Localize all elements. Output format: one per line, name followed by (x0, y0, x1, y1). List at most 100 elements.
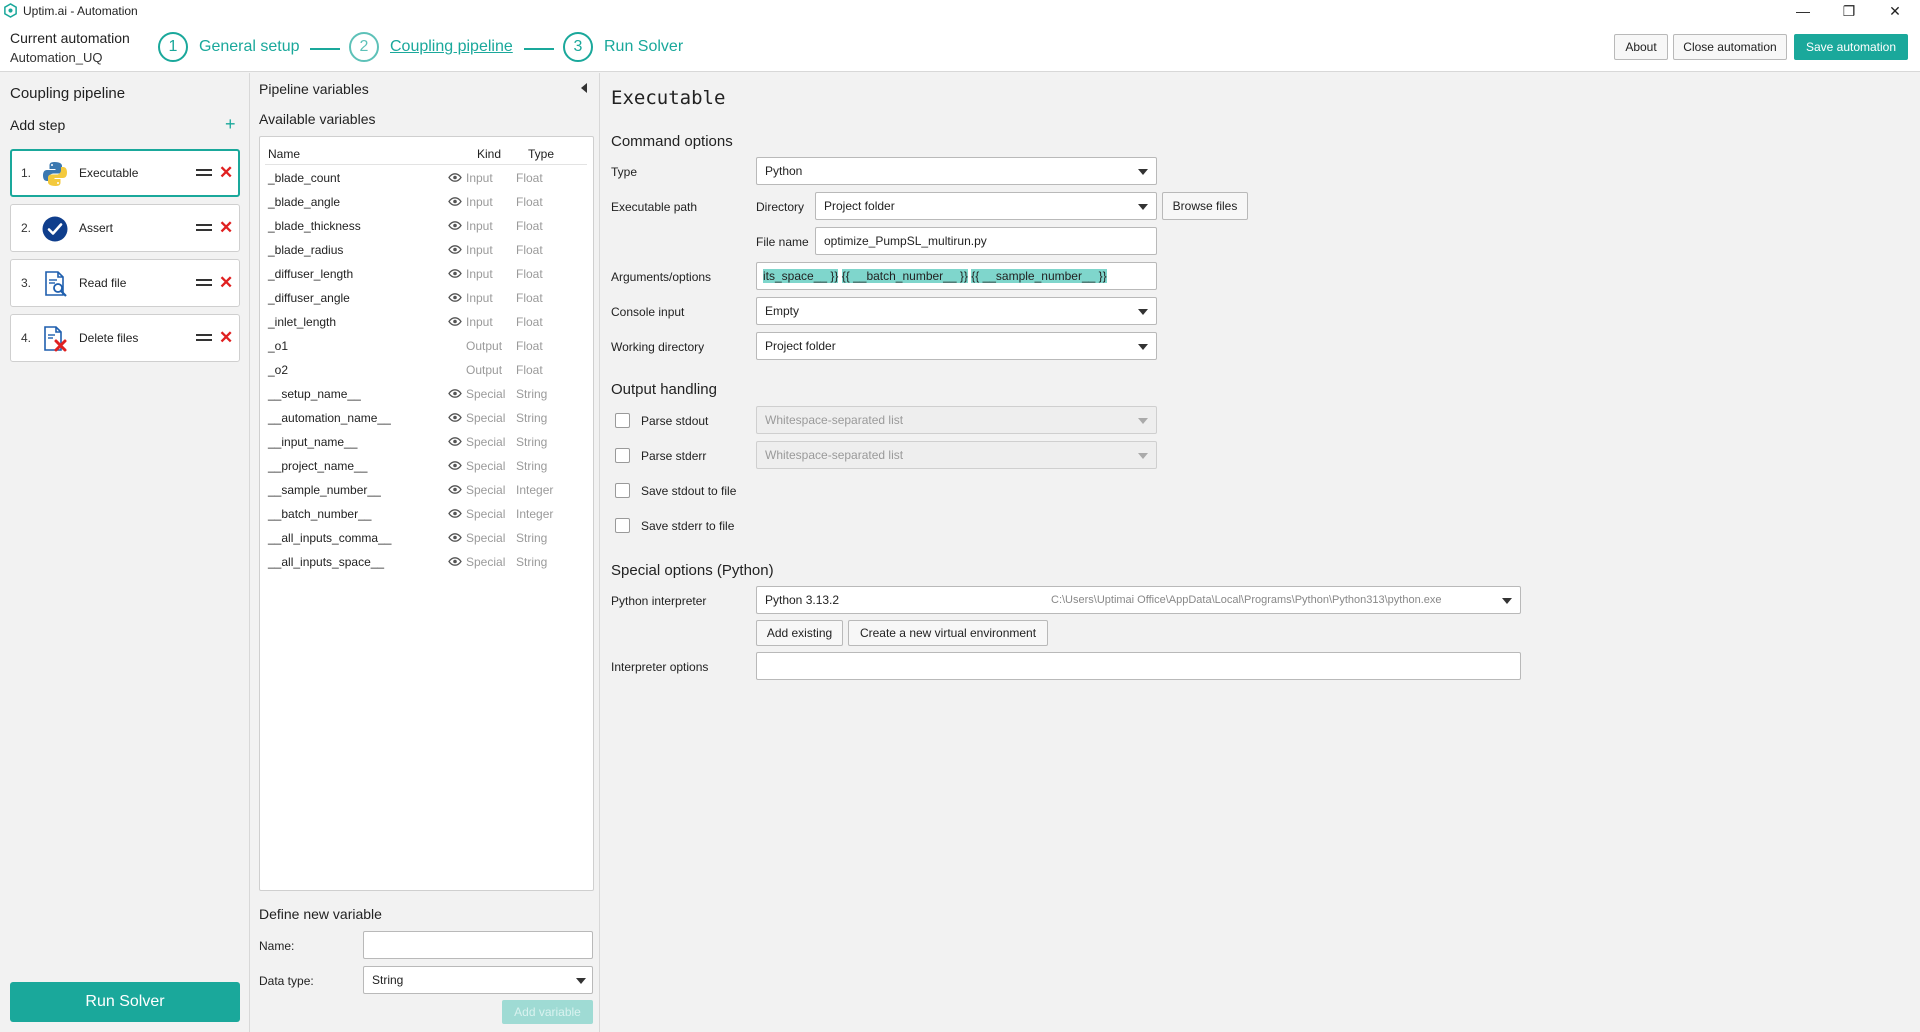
add-existing-button[interactable]: Add existing (756, 620, 843, 646)
data-type-select[interactable]: String (363, 966, 593, 994)
step-2-circle[interactable]: 2 (349, 32, 379, 62)
step-run-solver[interactable]: Run Solver (604, 38, 683, 56)
table-row[interactable]: _diffuser_length Input Float (260, 262, 593, 286)
type-select[interactable]: Python (756, 157, 1157, 185)
table-row[interactable]: _diffuser_angle Input Float (260, 286, 593, 310)
variable-type: Integer (516, 507, 554, 521)
run-solver-button[interactable]: Run Solver (10, 982, 240, 1022)
table-row[interactable]: __batch_number__ Special Integer (260, 502, 593, 526)
save-stdout-checkbox[interactable] (615, 483, 630, 498)
table-row[interactable]: __all_inputs_comma__ Special String (260, 526, 593, 550)
parse-stdout-select[interactable]: Whitespace-separated list (756, 406, 1157, 434)
delete-step-icon[interactable]: ✕ (219, 218, 233, 238)
save-stderr-checkbox[interactable] (615, 518, 630, 533)
about-button[interactable]: About (1614, 34, 1668, 60)
eye-icon[interactable] (448, 269, 462, 278)
eye-icon[interactable] (448, 533, 462, 542)
table-row[interactable]: _blade_count Input Float (260, 166, 593, 190)
collapse-panel-icon[interactable] (581, 83, 587, 93)
table-row[interactable]: __all_inputs_space__ Special String (260, 550, 593, 574)
python-interpreter-select[interactable]: Python 3.13.2 C:\Users\Uptimai Office\Ap… (756, 586, 1521, 614)
file-name-input[interactable]: optimize_PumpSL_multirun.py (815, 227, 1157, 255)
browse-files-button[interactable]: Browse files (1162, 192, 1248, 220)
eye-icon[interactable] (448, 413, 462, 422)
data-type-value: String (372, 973, 404, 987)
close-automation-button[interactable]: Close automation (1673, 34, 1787, 60)
eye-icon[interactable] (448, 509, 462, 518)
table-row[interactable]: __setup_name__ Special String (260, 382, 593, 406)
eye-icon[interactable] (448, 389, 462, 398)
variable-name: __all_inputs_comma__ (268, 531, 392, 545)
table-row[interactable]: __sample_number__ Special Integer (260, 478, 593, 502)
step-coupling-pipeline[interactable]: Coupling pipeline (390, 38, 513, 56)
eye-icon[interactable] (448, 245, 462, 254)
column-header-kind[interactable]: Kind (477, 147, 501, 161)
eye-icon[interactable] (448, 485, 462, 494)
delete-step-icon[interactable]: ✕ (219, 163, 233, 183)
table-row[interactable]: _blade_angle Input Float (260, 190, 593, 214)
eye-icon[interactable] (448, 173, 462, 182)
interpreter-options-input[interactable] (756, 652, 1521, 680)
table-row[interactable]: _inlet_length Input Float (260, 310, 593, 334)
working-directory-select[interactable]: Project folder (756, 332, 1157, 360)
variable-type: String (516, 459, 548, 473)
table-row[interactable]: __input_name__ Special String (260, 430, 593, 454)
eye-icon[interactable] (448, 557, 462, 566)
variable-name-input[interactable] (363, 931, 593, 959)
type-value: Python (765, 164, 803, 178)
create-venv-button[interactable]: Create a new virtual environment (848, 620, 1048, 646)
table-row[interactable]: __automation_name__ Special String (260, 406, 593, 430)
table-row[interactable]: _blade_thickness Input Float (260, 214, 593, 238)
parse-stderr-select[interactable]: Whitespace-separated list (756, 441, 1157, 469)
variable-name: _blade_thickness (268, 219, 361, 233)
variable-name: _o2 (268, 363, 289, 377)
eye-icon[interactable] (448, 461, 462, 470)
delete-step-icon[interactable]: ✕ (219, 328, 233, 348)
pipeline-step-delete-files[interactable]: 4. Delete files ✕ (10, 314, 240, 362)
drag-handle-icon[interactable] (196, 330, 212, 346)
directory-select[interactable]: Project folder (815, 192, 1157, 220)
chevron-down-icon (1138, 309, 1148, 315)
chevron-down-icon (1138, 169, 1148, 175)
delete-step-icon[interactable]: ✕ (219, 273, 233, 293)
eye-icon[interactable] (448, 221, 462, 230)
eye-icon[interactable] (448, 197, 462, 206)
column-header-type[interactable]: Type (528, 147, 554, 161)
save-automation-button[interactable]: Save automation (1794, 34, 1908, 60)
variable-type: Integer (516, 483, 554, 497)
chevron-down-icon (1138, 204, 1148, 210)
pipeline-step-read-file[interactable]: 3. Read file ✕ (10, 259, 240, 307)
add-variable-button[interactable]: Add variable (502, 1000, 593, 1024)
arguments-input[interactable]: its_space__ }} {{ __batch_number__ }} {{… (756, 262, 1157, 290)
step-connector (524, 48, 554, 50)
variable-kind: Special (466, 387, 506, 401)
parse-stderr-checkbox[interactable] (615, 448, 630, 463)
table-row[interactable]: _o2 Output Float (260, 358, 593, 382)
pipeline-step-executable[interactable]: 1. Executable ✕ (10, 149, 240, 197)
minimize-button[interactable]: — (1780, 0, 1826, 22)
console-input-select[interactable]: Empty (756, 297, 1157, 325)
step-general-setup[interactable]: General setup (199, 38, 300, 56)
close-window-button[interactable]: ✕ (1872, 0, 1918, 22)
maximize-button[interactable]: ❐ (1826, 0, 1872, 22)
eye-icon[interactable] (448, 317, 462, 326)
table-row[interactable]: _o1 Output Float (260, 334, 593, 358)
eye-icon[interactable] (448, 437, 462, 446)
column-header-name[interactable]: Name (268, 147, 300, 161)
step-1-circle[interactable]: 1 (158, 32, 188, 62)
drag-handle-icon[interactable] (196, 275, 212, 291)
pipeline-step-assert[interactable]: 2. Assert ✕ (10, 204, 240, 252)
table-row[interactable]: __project_name__ Special String (260, 454, 593, 478)
table-row[interactable]: _blade_radius Input Float (260, 238, 593, 262)
drag-handle-icon[interactable] (196, 165, 212, 181)
parse-stderr-label: Parse stderr (641, 449, 707, 463)
step-3-circle[interactable]: 3 (563, 32, 593, 62)
step-connector (310, 48, 340, 50)
save-stdout-label: Save stdout to file (641, 484, 737, 498)
eye-icon[interactable] (448, 293, 462, 302)
current-automation-label: Current automation (10, 30, 130, 46)
chevron-down-icon (576, 978, 586, 984)
parse-stdout-checkbox[interactable] (615, 413, 630, 428)
add-step-plus-icon[interactable]: + (225, 114, 236, 135)
drag-handle-icon[interactable] (196, 220, 212, 236)
